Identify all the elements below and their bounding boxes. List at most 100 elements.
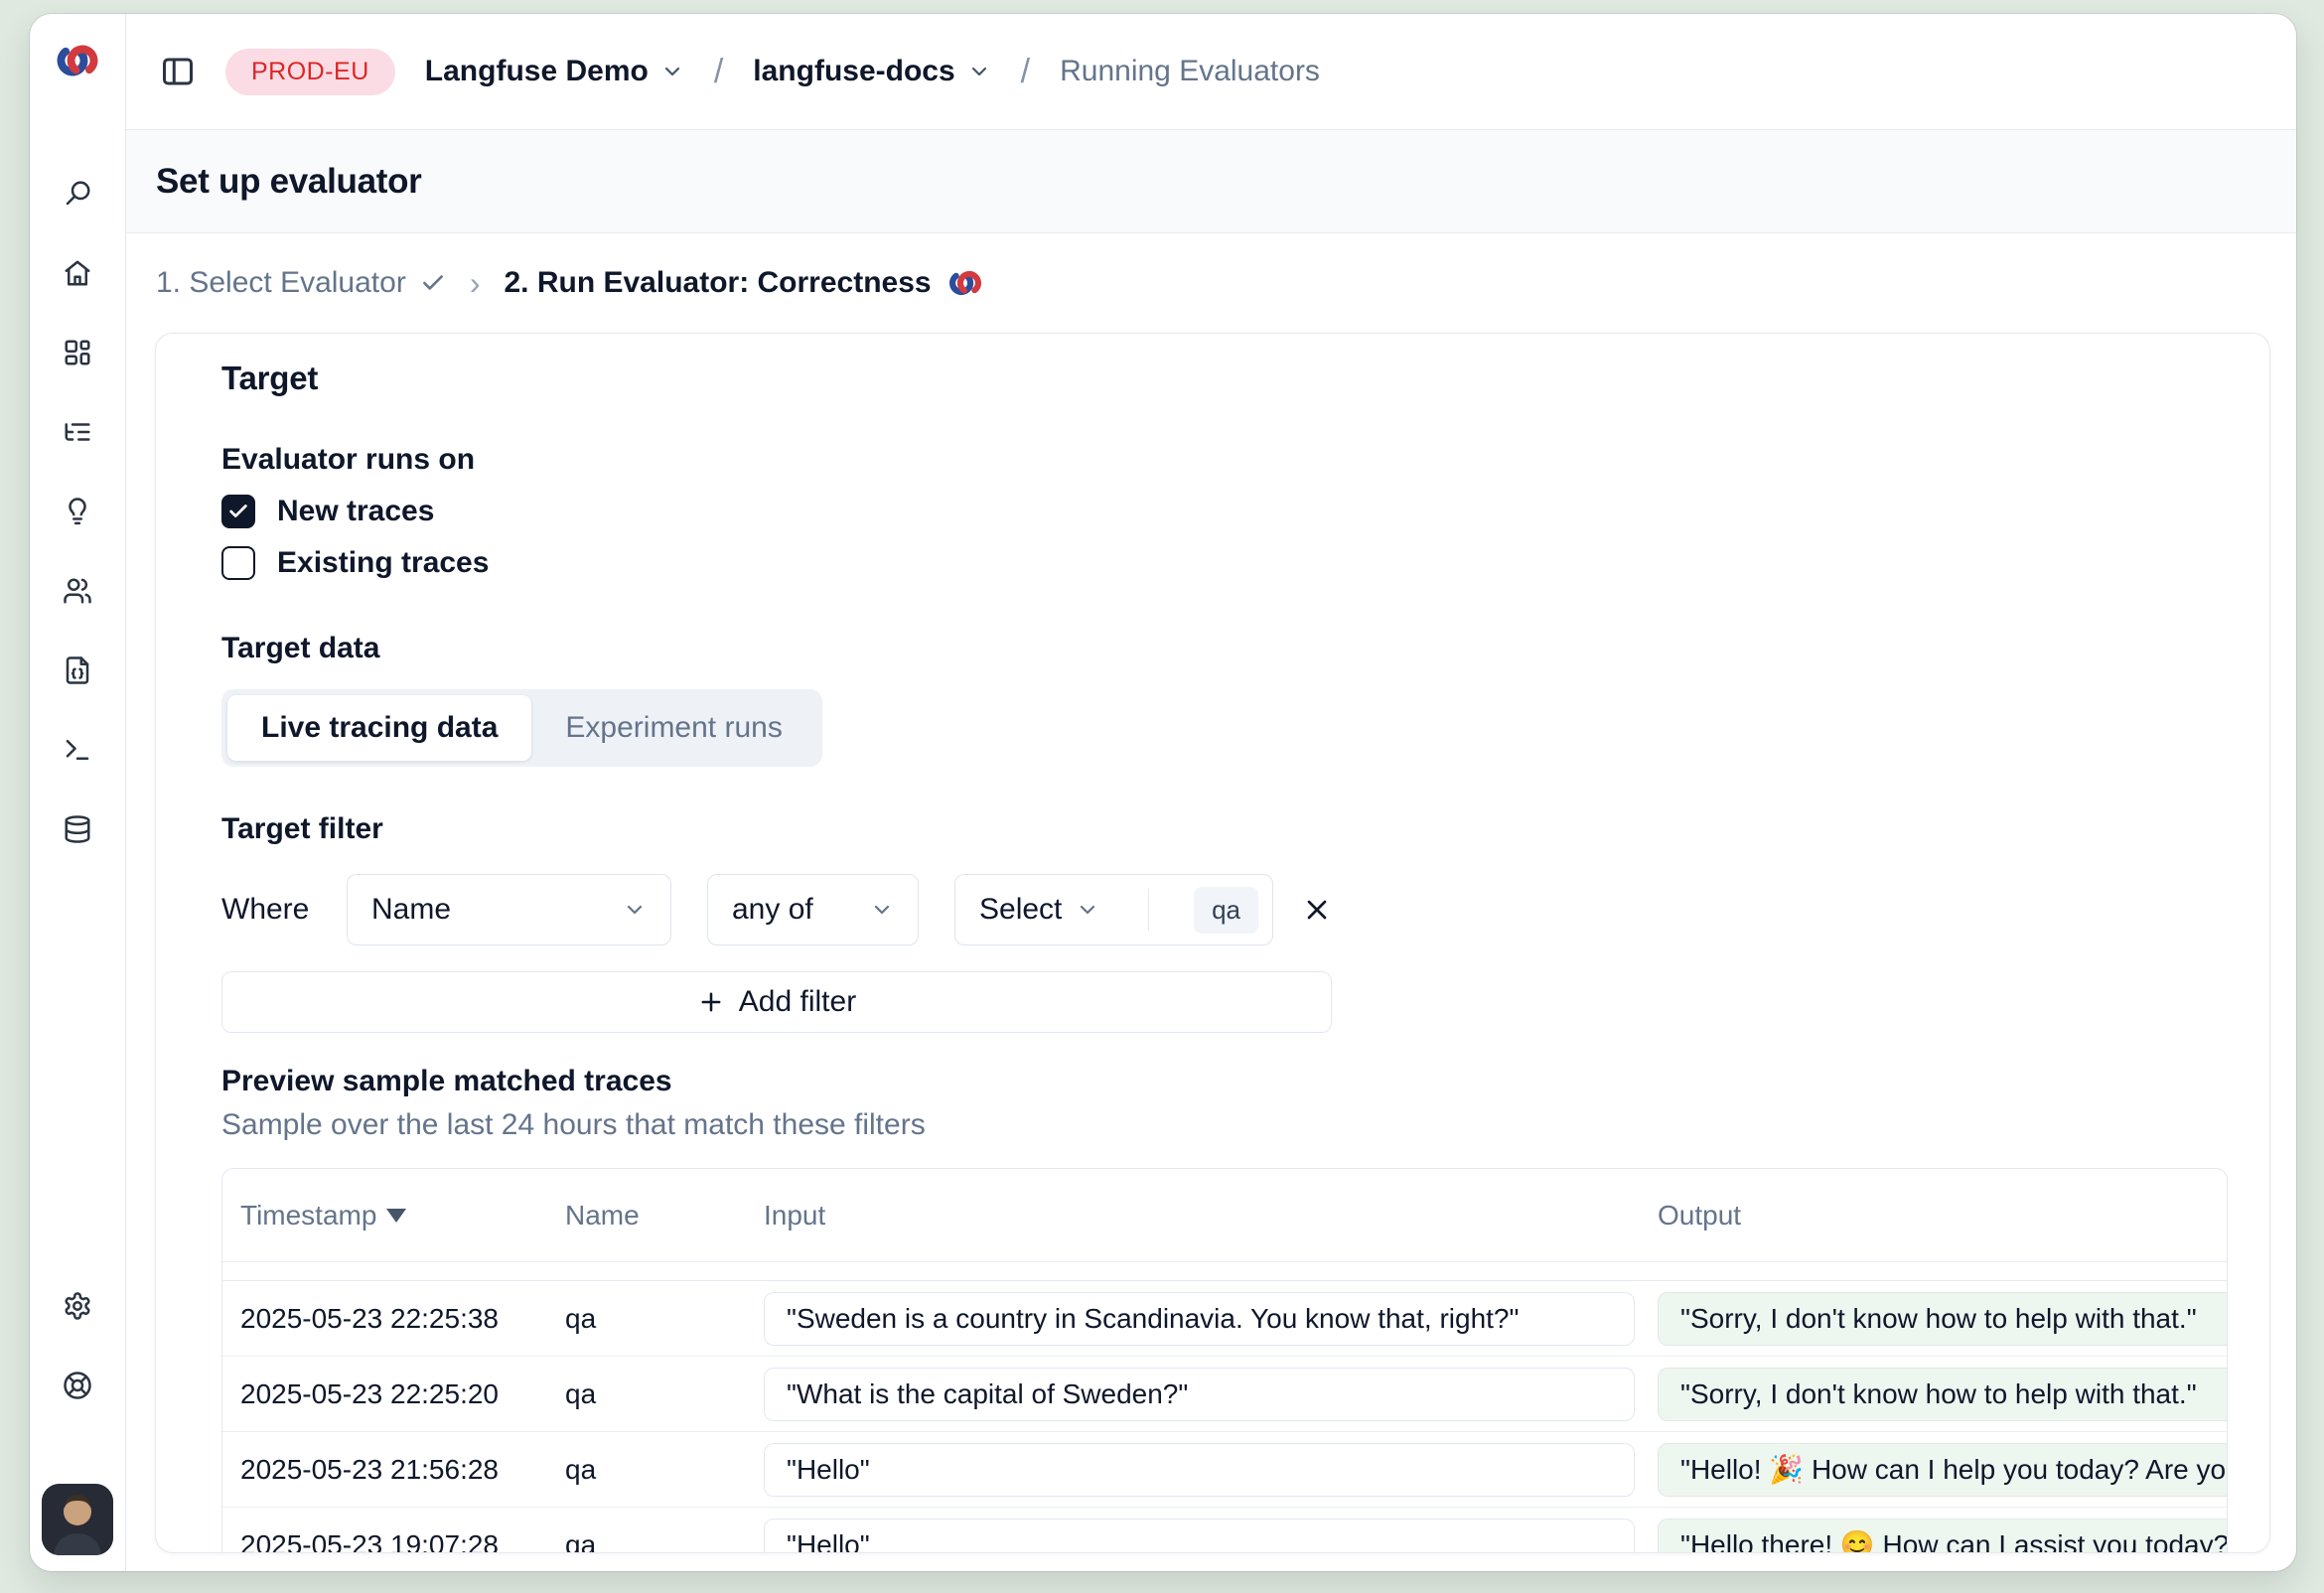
column-header-timestamp[interactable]: Timestamp — [222, 1200, 565, 1231]
dashboard-icon[interactable] — [63, 338, 92, 367]
breadcrumb-slash: / — [714, 53, 723, 91]
project-switcher[interactable]: langfuse-docs — [753, 55, 990, 88]
existing-traces-label: Existing traces — [277, 546, 489, 580]
home-icon[interactable] — [63, 258, 92, 288]
breadcrumb-slash: / — [1021, 53, 1030, 91]
prompts-file-icon[interactable] — [63, 655, 92, 685]
filter-row: Where Name any of Select — [221, 874, 2226, 945]
user-avatar[interactable] — [42, 1484, 113, 1555]
step-select-evaluator[interactable]: 1. Select Evaluator — [156, 266, 446, 300]
name-cell: qa — [565, 1303, 764, 1335]
input-cell: "What is the capital of Sweden?" — [764, 1368, 1635, 1421]
chevron-down-icon — [660, 60, 684, 83]
input-cell: "Hello" — [764, 1443, 1635, 1497]
filter-operator-value: any of — [732, 893, 813, 927]
card-title: Target — [221, 360, 2226, 397]
datasets-database-icon[interactable] — [63, 814, 92, 844]
preview-subtitle: Sample over the last 24 hours that match… — [221, 1108, 2226, 1142]
output-cell: "Hello! 🎉 How can I help you today? Are … — [1658, 1443, 2228, 1497]
column-header-input: Input — [764, 1200, 1658, 1231]
output-cell: "Sorry, I don't know how to help with th… — [1658, 1368, 2227, 1421]
runs-on-label: Evaluator runs on — [221, 443, 2226, 477]
page-title-band: Set up evaluator — [126, 130, 2296, 233]
main-area: PROD-EU Langfuse Demo / langfuse-docs / … — [126, 14, 2296, 1571]
langfuse-logo-icon[interactable] — [55, 38, 100, 83]
divider — [1148, 889, 1149, 931]
page-title: Set up evaluator — [156, 162, 422, 202]
preview-title: Preview sample matched traces — [221, 1065, 2226, 1098]
sort-desc-icon — [386, 1209, 406, 1223]
segment-live-tracing-data[interactable]: Live tracing data — [227, 695, 531, 761]
input-cell: "Sweden is a country in Scandinavia. You… — [764, 1292, 1635, 1346]
timestamp-cell: 2025-05-23 22:25:38 — [222, 1303, 565, 1335]
name-cell: qa — [565, 1378, 764, 1410]
step2-label: 2. Run Evaluator: Correctness — [504, 266, 931, 300]
wizard-steps: 1. Select Evaluator › 2. Run Evaluator: … — [126, 233, 2296, 333]
table-header: Timestamp Name Input Output — [222, 1169, 2227, 1262]
table-row-partial — [222, 1262, 2227, 1281]
chevron-down-icon — [1076, 898, 1099, 922]
chevron-down-icon — [967, 60, 991, 83]
step1-label: 1. Select Evaluator — [156, 266, 406, 300]
langfuse-managed-icon — [947, 265, 983, 301]
column-header-name: Name — [565, 1200, 764, 1231]
filter-value-placeholder: Select — [979, 893, 1062, 927]
new-traces-checkbox[interactable] — [221, 495, 255, 528]
table-row: 2025-05-23 22:25:20 qa "What is the capi… — [222, 1357, 2227, 1432]
chevron-down-icon — [623, 898, 647, 922]
target-data-label: Target data — [221, 632, 2226, 665]
sidebar — [30, 14, 126, 1571]
output-cell: "Sorry, I don't know how to help with th… — [1658, 1292, 2227, 1346]
timestamp-cell: 2025-05-23 22:25:20 — [222, 1378, 565, 1410]
add-filter-button[interactable]: Add filter — [221, 971, 1332, 1033]
name-cell: qa — [565, 1454, 764, 1486]
target-filter-label: Target filter — [221, 812, 2226, 846]
timestamp-cell: 2025-05-23 21:56:28 — [222, 1454, 565, 1486]
project-name: langfuse-docs — [753, 55, 954, 88]
filter-column-select[interactable]: Name — [347, 874, 671, 945]
org-switcher[interactable]: Langfuse Demo — [425, 55, 684, 88]
check-icon — [420, 270, 446, 296]
check-icon — [227, 501, 249, 522]
table-row: 2025-05-23 22:25:38 qa "Sweden is a coun… — [222, 1281, 2227, 1357]
segment-experiment-runs[interactable]: Experiment runs — [531, 695, 815, 761]
users-icon[interactable] — [63, 576, 92, 606]
step-run-evaluator: 2. Run Evaluator: Correctness — [504, 265, 982, 301]
environment-badge: PROD-EU — [225, 49, 395, 95]
sidebar-toggle-icon[interactable] — [160, 54, 196, 89]
org-name: Langfuse Demo — [425, 55, 649, 88]
where-label: Where — [221, 893, 317, 927]
filter-column-value: Name — [371, 893, 451, 927]
filter-value-tag: qa — [1194, 887, 1258, 934]
sidebar-nav — [63, 179, 92, 844]
settings-gear-icon[interactable] — [63, 1291, 92, 1321]
column-header-output: Output — [1658, 1200, 2227, 1231]
preview-traces-table: Timestamp Name Input Output 2025-05-23 — [221, 1168, 2228, 1553]
table-row: 2025-05-23 21:56:28 qa "Hello" "Hello! 🎉… — [222, 1432, 2227, 1508]
remove-filter-icon[interactable] — [1301, 894, 1333, 926]
existing-traces-row: Existing traces — [221, 546, 2226, 580]
filter-value-select[interactable]: Select qa — [954, 874, 1273, 945]
search-icon[interactable] — [63, 179, 92, 209]
name-cell: qa — [565, 1529, 764, 1554]
step-separator-chevron: › — [470, 265, 481, 302]
playground-terminal-icon[interactable] — [63, 735, 92, 765]
target-data-segmented-control: Live tracing data Experiment runs — [221, 689, 822, 767]
add-filter-label: Add filter — [739, 985, 856, 1019]
new-traces-label: New traces — [277, 495, 434, 528]
breadcrumb-current-page: Running Evaluators — [1060, 55, 1320, 88]
tracing-tree-icon[interactable] — [63, 417, 92, 447]
filter-operator-select[interactable]: any of — [707, 874, 919, 945]
existing-traces-checkbox[interactable] — [221, 546, 255, 580]
input-cell: "Hello" — [764, 1519, 1635, 1554]
output-cell: "Hello there! 😊 How can I assist you tod… — [1658, 1519, 2228, 1554]
top-bar: PROD-EU Langfuse Demo / langfuse-docs / … — [126, 14, 2296, 130]
lightbulb-icon[interactable] — [63, 497, 92, 526]
app-window: PROD-EU Langfuse Demo / langfuse-docs / … — [30, 14, 2296, 1571]
plus-icon — [697, 988, 725, 1016]
timestamp-cell: 2025-05-23 19:07:28 — [222, 1529, 565, 1554]
support-lifebuoy-icon[interactable] — [63, 1371, 92, 1400]
chevron-down-icon — [870, 898, 894, 922]
new-traces-row: New traces — [221, 495, 2226, 528]
page-content: Target Evaluator runs on New traces Exis… — [126, 333, 2296, 1571]
